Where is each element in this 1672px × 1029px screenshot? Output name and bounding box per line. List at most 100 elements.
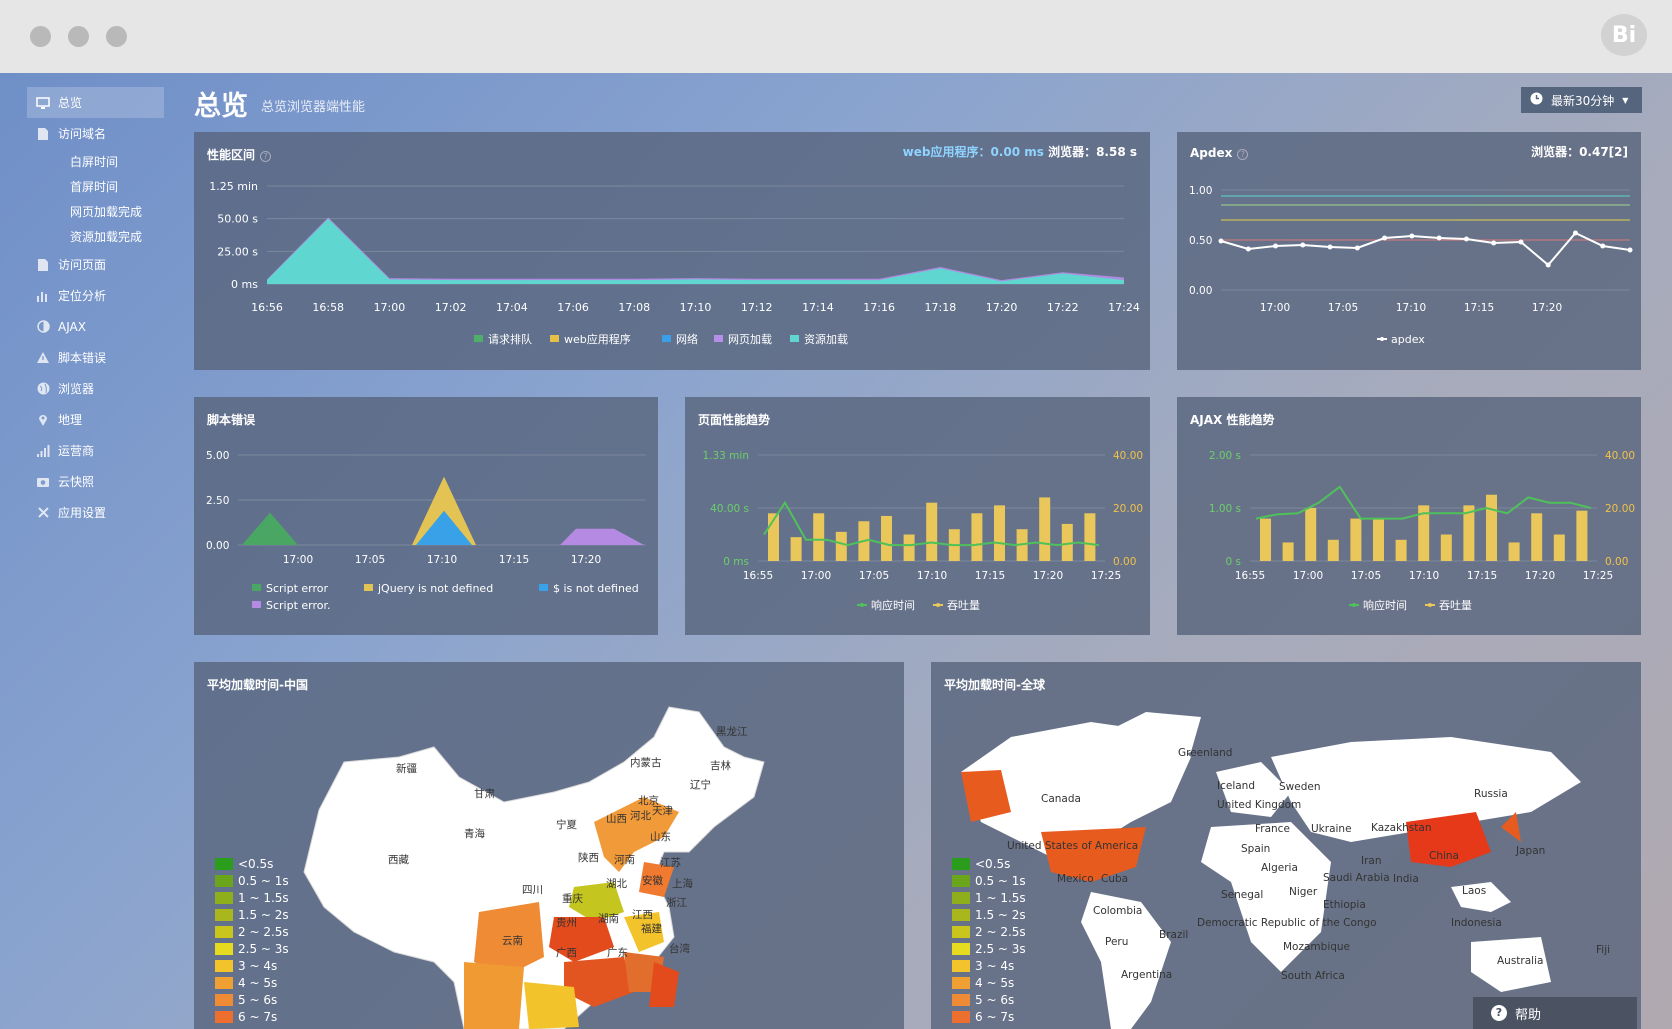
throughput-bar [790,537,802,561]
legend-item: 2.5 ~ 3s [952,940,1026,957]
x-tick-label: 17:22 [1047,301,1079,314]
x-tick-label: 17:00 [1260,302,1290,314]
country-label: Laos [1462,885,1486,897]
x-tick-label: 17:15 [975,570,1005,582]
x-tick-label: 17:15 [1467,570,1497,582]
sidebar-subitem-first-screen[interactable]: 首屏时间 [27,174,164,199]
region-label: 浙江 [666,897,687,909]
legend-swatch [860,603,864,607]
data-point [1436,235,1442,241]
china-map-panel: 平均加载时间-中国 新疆 西藏 青海 甘肃 内蒙古 黑龙江 吉林 辽宁 北京 天… [194,662,904,1029]
sidebar-item-ajax[interactable]: AJAX [27,311,164,342]
y-left-tick-label: 40.00 s [710,503,749,515]
legend-swatch [539,584,548,591]
y-tick-label: 1.00 [1189,185,1212,197]
sidebar-item-browsers[interactable]: 浏览器 [27,373,164,404]
region-label: 湖南 [598,912,619,925]
country-label: Democratic Republic of the Congo [1197,917,1377,929]
region-label: 辽宁 [690,778,711,791]
country-label: Cuba [1101,873,1128,885]
china-map: 新疆 西藏 青海 甘肃 内蒙古 黑龙江 吉林 辽宁 北京 天津 河北 山西 宁夏… [303,706,765,1029]
region-label: 河南 [614,853,635,866]
sidebar-subitem-resources-loaded[interactable]: 资源加载完成 [27,224,164,249]
performance-range-panel: 性能区间? web应用程序：0.00 ms 浏览器：8.58 s 0 ms 25.… [194,132,1150,370]
data-point [1327,244,1333,250]
minimize-window-button[interactable] [68,26,89,47]
region-label: 青海 [464,827,485,840]
caret-down-icon: ▼ [1622,95,1629,105]
sidebar-item-app-settings[interactable]: 应用设置 [27,497,164,528]
y-tick-label: 2.50 [206,495,229,507]
legend-label: Script error. [266,599,331,612]
y-right-tick-label: 40.00 [1113,450,1143,462]
script-errors-chart: 0.00 2.50 5.00 17:00 17:05 17:10 17:15 17:20 Scr… [206,450,646,612]
country-label: Ethiopia [1323,899,1366,911]
y-tick-label: 0.00 [1189,285,1212,297]
sidebar-item-label: 运营商 [58,444,95,458]
y-right-tick-label: 0.00 [1113,556,1136,568]
sidebar-item-label: 访问域名 [58,127,107,141]
throughput-bar [971,513,983,561]
region-label: 广西 [556,947,577,959]
x-tick-label: 17:08 [618,301,650,314]
warning-icon [36,351,50,365]
x-tick-label: 17:25 [1091,570,1121,582]
sidebar-item-pages[interactable]: 访问页面 [27,249,164,280]
legend-label: 响应时间 [871,598,915,612]
legend-swatch [252,584,261,591]
sidebar-item-overview[interactable]: 总览 [27,87,164,118]
country-label: Iceland [1217,780,1255,792]
legend-swatch [550,335,559,342]
data-point [1273,243,1279,249]
region-label: 吉林 [710,759,731,772]
throughput-bar [1039,497,1051,561]
throughput-bar [1553,534,1565,561]
legend-item: 4 ~ 5s [952,974,1026,991]
legend-item: 5 ~ 6s [215,991,289,1008]
sidebar-item-label: 总览 [58,96,83,110]
x-tick-label: 17:00 [283,554,313,566]
country-label: Indonesia [1451,917,1502,929]
region-label: 江苏 [660,856,681,869]
x-tick-label: 17:10 [680,301,712,314]
sidebar-item-location-analysis[interactable]: 定位分析 [27,280,164,311]
region-label: 山东 [650,830,671,843]
sidebar-item-cloud-snapshot[interactable]: 云快照 [27,466,164,497]
time-range-dropdown[interactable]: 最新30分钟 ▼ [1521,87,1642,113]
country-label: Colombia [1093,905,1142,917]
world-map-legend: <0.5s 0.5 ~ 1s 1 ~ 1.5s 1.5 ~ 2s 2 ~ 2.5… [952,855,1026,1025]
x-tick-label: 17:05 [355,554,385,566]
sidebar-item-script-errors[interactable]: 脚本错误 [27,342,164,373]
sidebar-item-label: 脚本错误 [58,351,107,365]
region-label: 广东 [607,946,628,959]
apdex-line [1220,231,1631,267]
zoom-window-button[interactable] [106,26,127,47]
legend-item: 6 ~ 7s [952,1008,1026,1025]
page-subtitle: 总览浏览器端性能 [261,100,366,115]
sidebar-item-domains[interactable]: 访问域名 [27,118,164,149]
region-label: 陕西 [578,851,599,864]
region-label: 安徽 [642,874,663,887]
y-left-tick-label: 2.00 s [1209,450,1241,462]
country-label: Mexico [1057,873,1094,885]
sidebar-subitem-page-loaded[interactable]: 网页加载完成 [27,199,164,224]
data-point [1627,247,1633,253]
region-label: 福建 [641,922,662,935]
sidebar-subitem-white-screen[interactable]: 白屏时间 [27,149,164,174]
legend-item: 1 ~ 1.5s [952,889,1026,906]
throughput-bar [1486,494,1497,561]
close-window-button[interactable] [30,26,51,47]
legend-label: jQuery is not defined [377,582,493,595]
legend-item: 1 ~ 1.5s [215,889,289,906]
legend-item: 5 ~ 6s [952,991,1026,1008]
tools-icon [36,506,50,520]
clock-icon [1530,92,1543,108]
x-tick-label: 17:14 [802,301,834,314]
country-label: Niger [1289,886,1318,898]
series-area-网页加载 [267,217,1124,284]
sidebar-item-geography[interactable]: 地理 [27,404,164,435]
help-button[interactable]: ? 帮助 [1473,997,1637,1029]
legend-item: 0.5 ~ 1s [215,872,289,889]
sidebar-item-carriers[interactable]: 运营商 [27,435,164,466]
x-tick-label: 17:20 [1532,302,1562,314]
